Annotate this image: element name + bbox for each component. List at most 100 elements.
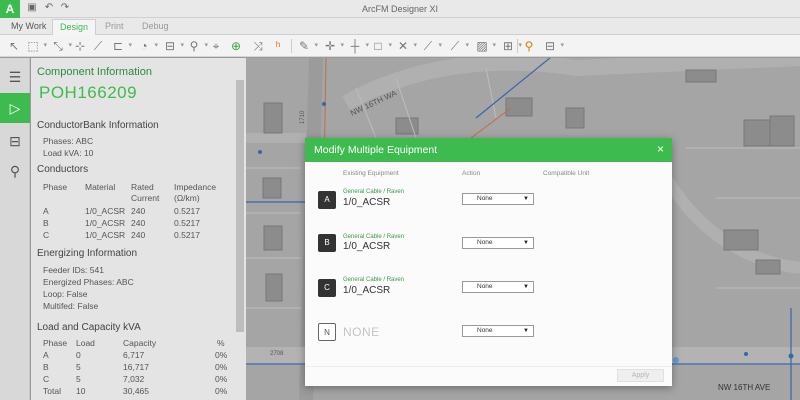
close-icon[interactable]: × <box>657 142 664 156</box>
tab-my-work[interactable]: My Work <box>4 19 53 35</box>
conductor-current: 240 <box>131 230 146 240</box>
load-value: 5 <box>76 362 81 372</box>
conductor-material: 1/0_ACSR <box>85 206 126 216</box>
hatch-icon[interactable]: ▨ <box>474 38 496 54</box>
chevron-down-icon: ▼ <box>523 328 529 334</box>
load-phase: C <box>43 374 50 384</box>
panel-scrollbar[interactable] <box>236 80 244 332</box>
conductor-impedance: 0.5217 <box>174 230 200 240</box>
tab-design[interactable]: Design <box>52 19 97 35</box>
search-map-icon[interactable]: ⚲ <box>0 156 30 186</box>
action-select-c[interactable]: None ▼ <box>462 281 534 293</box>
delete-icon[interactable]: ✕ <box>395 38 417 54</box>
percent-value: 0% <box>215 374 228 384</box>
action-value: None <box>477 327 493 334</box>
loop-status: Loop: False <box>43 289 88 299</box>
conductor-impedance: 0.5217 <box>174 218 200 228</box>
cross-icon[interactable]: ┼ <box>347 38 369 54</box>
percent-value: 0% <box>215 350 228 360</box>
edit-vertex-icon[interactable]: ⤡ <box>50 38 72 54</box>
col-current: Current <box>131 193 160 203</box>
select-arrow-icon[interactable]: ↖ <box>6 38 22 54</box>
multifed-status: Multifed: False <box>43 301 99 311</box>
conductor-phase-a: A <box>43 206 49 216</box>
snap-icon[interactable]: ✛ <box>322 38 344 54</box>
load-value: 0 <box>76 350 81 360</box>
redo-icon[interactable]: ↷ <box>59 2 71 14</box>
load-col-load: Load <box>76 338 95 348</box>
capacity-value: 16,717 <box>123 362 149 372</box>
save-icon[interactable]: ▣ <box>26 2 38 14</box>
load-phase-total: Total <box>43 386 61 396</box>
device-icon[interactable]: ⊟ <box>162 38 184 54</box>
pencil-icon[interactable]: ✎ <box>296 38 318 54</box>
dialog-title: Modify Multiple Equipment <box>314 144 438 156</box>
phase-badge-b: B <box>318 234 336 252</box>
select-tool-icon[interactable]: ⬚ <box>25 38 47 54</box>
tab-print[interactable]: Print <box>98 19 131 35</box>
panel-title: Component Information <box>37 66 152 78</box>
conductor-material: 1/0_ACSR <box>85 218 126 228</box>
phase-badge-c: C <box>318 279 336 297</box>
polyline-icon[interactable]: ⟋ <box>447 38 469 54</box>
phase-badge-n: N <box>318 323 336 341</box>
action-select-b[interactable]: None ▼ <box>462 237 534 249</box>
equipment-manufacturer: General Cable / Raven <box>343 234 405 240</box>
find-icon[interactable]: ⚲ <box>186 38 208 54</box>
add-node-icon[interactable]: ⊹ <box>72 38 88 54</box>
draw-line-icon[interactable]: ⟋ <box>90 38 106 54</box>
conductor-impedance: 0.5217 <box>174 206 200 216</box>
toolbar: ↖ ⬚ ⤡ ⊹ ⟋ ⊏ ◔ ⊟ ⚲ ⌖ ⊕ ⤨ ʰ ✎ ✛ ┼ □ ✕ ⟋ ⟋ … <box>0 35 800 57</box>
capacity-value: 6,717 <box>123 350 145 360</box>
equipment-manufacturer: General Cable / Raven <box>343 189 405 195</box>
rectangle-icon[interactable]: □ <box>370 38 392 54</box>
layers-icon[interactable]: ⊟ <box>542 38 564 54</box>
capacity-value: 7,032 <box>123 374 145 384</box>
equipment-name: 1/0_ACSR <box>343 197 391 208</box>
line-tool-icon[interactable]: ⟋ <box>420 38 442 54</box>
load-col-capacity: Capacity <box>123 338 157 348</box>
action-select-n[interactable]: None ▼ <box>462 325 534 337</box>
chevron-down-icon: ▼ <box>523 284 529 290</box>
modify-equipment-dialog: Modify Multiple Equipment × Existing Equ… <box>305 138 672 386</box>
apply-button[interactable]: Apply <box>617 369 664 382</box>
equipment-name-none: NONE <box>343 325 380 339</box>
circle-tool-icon[interactable]: ◔ <box>136 38 158 54</box>
component-panel: Component Information POH166209 Conducto… <box>31 58 246 400</box>
col-rated: Rated <box>131 182 154 192</box>
title-bar: A ▣ ↶ ↷ ArcFM Designer XI <box>0 0 800 18</box>
chevron-down-icon: ▼ <box>523 240 529 246</box>
play-icon[interactable]: ▷ <box>0 93 30 123</box>
switch-icon[interactable]: ⤨ <box>250 38 266 54</box>
conductors-heading: Conductors <box>37 164 89 175</box>
structure-icon[interactable]: ⊏ <box>110 38 132 54</box>
tab-debug[interactable]: Debug <box>135 19 176 35</box>
trace-icon[interactable]: ⌖ <box>208 38 224 54</box>
load-phase: B <box>43 362 49 372</box>
col-ohm: (Ω/km) <box>174 193 200 203</box>
conductor-bank-heading: ConductorBank Information <box>37 120 159 131</box>
target-icon[interactable]: ⊕ <box>228 38 244 54</box>
connect-icon[interactable]: ʰ <box>270 38 286 54</box>
action-select-a[interactable]: None ▼ <box>462 193 534 205</box>
conductor-phase-c: C <box>43 230 50 240</box>
load-capacity-heading: Load and Capacity kVA <box>37 322 141 333</box>
bank-phases: Phases: ABC <box>43 136 94 146</box>
map-icon[interactable]: ⊟ <box>0 126 30 156</box>
options-icon[interactable]: ⊞ <box>500 38 522 54</box>
search-icon[interactable]: ⚲ <box>521 38 537 54</box>
load-col-percent: % <box>217 338 225 348</box>
conductor-material: 1/0_ACSR <box>85 230 126 240</box>
energized-phases: Energized Phases: ABC <box>43 277 134 287</box>
dialog-header: Modify Multiple Equipment × <box>305 138 672 162</box>
list-icon[interactable]: ☰ <box>0 62 30 92</box>
capacity-value-total: 30,465 <box>123 386 149 396</box>
conductor-current: 240 <box>131 206 146 216</box>
undo-icon[interactable]: ↶ <box>43 2 55 14</box>
address-label: 1710 <box>300 110 306 124</box>
percent-value: 0% <box>215 362 228 372</box>
conductor-phase-b: B <box>43 218 49 228</box>
load-phase: A <box>43 350 49 360</box>
col-material: Material <box>85 182 116 192</box>
app-logo: A <box>0 0 20 18</box>
